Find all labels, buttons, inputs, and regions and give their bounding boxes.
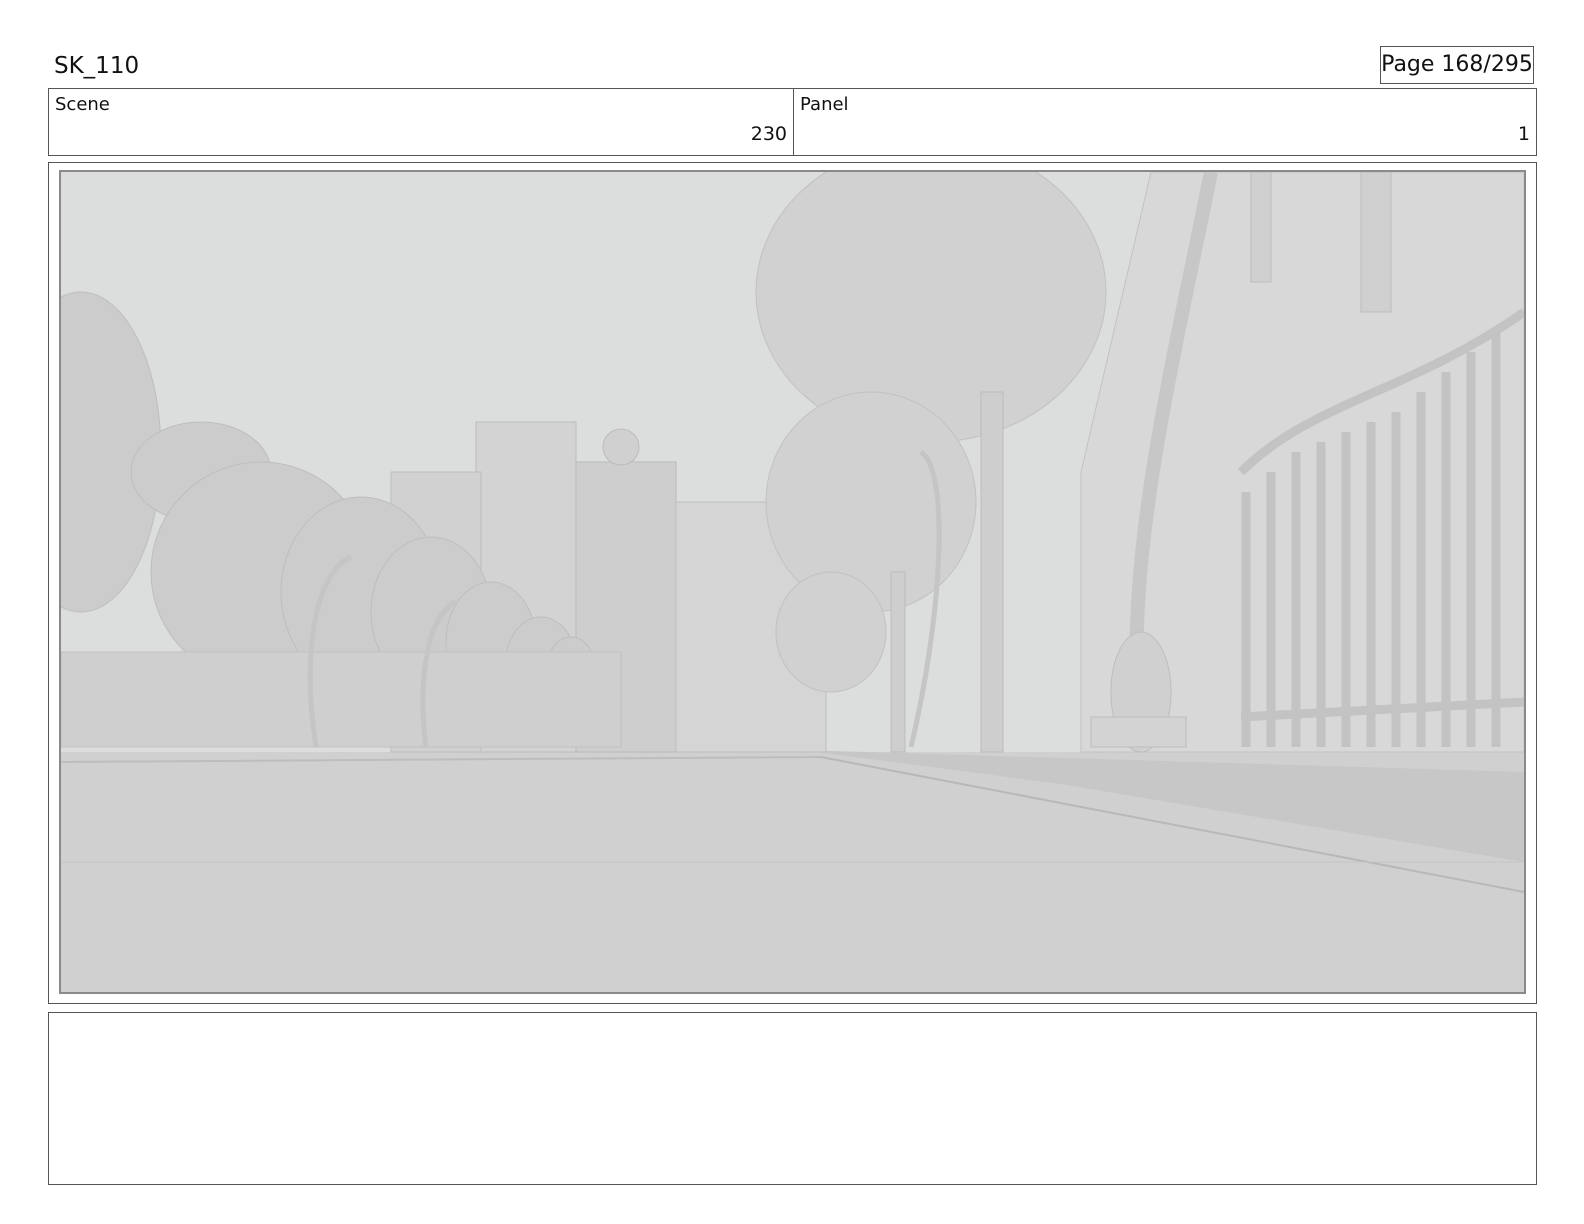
panel-cell: Panel 1 — [793, 88, 1537, 156]
storyboard-image — [59, 170, 1526, 994]
page-number: Page 168/295 — [1380, 46, 1534, 84]
project-title: SK_110 — [54, 53, 140, 79]
panel-value: 1 — [1517, 123, 1530, 145]
scene-label: Scene — [55, 94, 110, 115]
scene-cell: Scene 230 — [48, 88, 794, 156]
panel-label: Panel — [800, 94, 849, 115]
scene-value: 230 — [750, 123, 787, 145]
notes-box — [48, 1012, 1537, 1185]
